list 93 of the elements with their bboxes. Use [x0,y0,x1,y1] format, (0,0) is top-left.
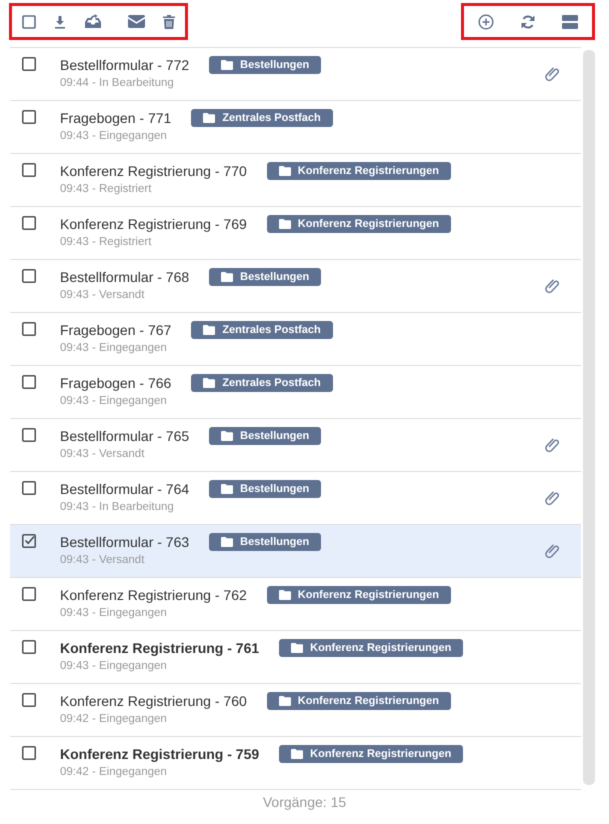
checkbox-icon[interactable] [22,14,36,28]
message-row[interactable]: Konferenz Registrierung - 760 Konferenz Registrierungen 09:42 - Eingegangen [10,684,581,737]
item-status: 09:43 - Eingegangen [60,342,168,354]
message-row[interactable]: Bestellformular - 765 Bestellungen 09:43 - Versandt [10,419,581,472]
item-title[interactable]: Fragebogen - 767 [60,322,172,338]
record-count: Vorgänge: 15 [262,794,348,810]
item-status: 09:43 - Registriert [60,183,152,195]
message-row[interactable]: Konferenz Registrierung - 770 Konferenz Registrierungen 09:43 - Registriert [10,154,581,207]
folder-icon [278,166,291,176]
message-row[interactable]: Konferenz Registrierung - 759 Konferenz Registrierungen 09:42 - Eingegangen [10,737,581,790]
scrollbar[interactable] [583,50,595,785]
folder-tag: Bestellungen [209,427,322,445]
folder-tag: Zentrales Postfach [191,109,333,127]
checkbox[interactable] [22,428,36,442]
message-row[interactable]: Konferenz Registrierung - 762 Konferenz Registrierungen 09:43 - Eingegangen [10,578,581,631]
folder-tag: Konferenz Registrierungen [266,586,451,604]
checkbox[interactable] [22,640,36,654]
folder-tag: Konferenz Registrierungen [266,162,451,180]
folder-tag: Konferenz Registrierungen [279,639,464,657]
item-status: 09:43 - Eingegangen [60,130,168,142]
checkbox[interactable] [22,163,36,177]
message-row[interactable]: Bestellformular - 768 Bestellungen 09:43 - Versandt [10,260,581,313]
folder-icon [221,537,234,547]
layout-rows-icon[interactable] [562,14,578,28]
checkbox[interactable] [22,481,36,495]
folder-icon [291,643,304,653]
item-title[interactable]: Konferenz Registrierung - 761 [60,640,260,656]
folder-tag: Zentrales Postfach [191,321,333,339]
item-status: 09:43 - Eingegangen [60,660,168,672]
folder-icon [221,484,234,494]
folder-tag: Bestellungen [209,480,322,498]
folder-tag: Bestellungen [209,56,322,74]
folder-tag: Zentrales Postfach [191,374,333,392]
folder-tag: Konferenz Registrierungen [266,692,451,710]
checkbox[interactable] [22,534,36,548]
folder-icon [221,272,234,282]
item-status: 09:43 - Versandt [60,554,146,566]
message-row[interactable]: Bestellformular - 763 Bestellungen 09:43 - Versandt [10,525,581,578]
item-status: 09:42 - Eingegangen [60,713,168,725]
inbox-arrow-icon[interactable] [84,14,102,29]
checkbox[interactable] [22,587,36,601]
item-status: 09:42 - Eingegangen [60,766,168,778]
checkbox[interactable] [22,746,36,760]
item-title[interactable]: Fragebogen - 766 [60,375,172,391]
item-title[interactable]: Konferenz Registrierung - 762 [60,587,247,603]
folder-icon [221,431,234,441]
checkbox[interactable] [22,322,36,336]
item-title[interactable]: Bestellformular - 765 [60,428,190,444]
checkbox[interactable] [22,693,36,707]
folder-icon [278,590,291,600]
folder-tag: Konferenz Registrierungen [279,745,464,763]
message-row[interactable]: Fragebogen - 771 Zentrales Postfach 09:43 - Eingegangen [10,101,581,154]
download-icon[interactable] [54,14,66,28]
item-title[interactable]: Konferenz Registrierung - 759 [60,746,260,762]
message-row[interactable]: Konferenz Registrierung - 769 Konferenz Registrierungen 09:43 - Registriert [10,207,581,260]
folder-icon [278,696,291,706]
item-title[interactable]: Bestellformular - 768 [60,269,190,285]
item-title[interactable]: Bestellformular - 764 [60,481,190,497]
item-title[interactable]: Konferenz Registrierung - 769 [60,216,247,232]
checkbox[interactable] [22,57,36,71]
folder-tag: Bestellungen [209,533,322,551]
folder-tag: Konferenz Registrierungen [266,215,451,233]
message-row[interactable]: Fragebogen - 767 Zentrales Postfach 09:43 - Eingegangen [10,313,581,366]
folder-icon [203,325,216,335]
message-row[interactable]: Fragebogen - 766 Zentrales Postfach 09:43 - Eingegangen [10,366,581,419]
trash-icon[interactable] [163,14,175,28]
item-title[interactable]: Bestellformular - 763 [60,534,190,550]
checkbox[interactable] [22,110,36,124]
add-circle-icon[interactable] [478,14,494,30]
folder-icon [203,378,216,388]
checkbox[interactable] [22,375,36,389]
message-row[interactable]: Bestellformular - 772 Bestellungen 09:44 - In Bearbeitung [10,48,581,101]
item-status: 09:43 - Versandt [60,448,146,460]
item-status: 09:43 - Registriert [60,236,152,248]
item-status: 09:43 - Eingegangen [60,607,168,619]
item-title[interactable]: Konferenz Registrierung - 760 [60,693,247,709]
item-status: 09:43 - In Bearbeitung [60,501,175,513]
folder-icon [221,60,234,70]
item-title[interactable]: Konferenz Registrierung - 770 [60,163,247,179]
refresh-icon[interactable] [520,14,536,30]
folder-tag: Bestellungen [209,268,322,286]
folder-icon [203,113,216,123]
item-status: 09:43 - Versandt [60,289,146,301]
item-status: 09:44 - In Bearbeitung [60,77,175,89]
message-row[interactable]: Konferenz Registrierung - 761 Konferenz Registrierungen 09:43 - Eingegangen [10,631,581,684]
folder-icon [291,749,304,759]
checkbox[interactable] [22,269,36,283]
folder-icon [278,219,291,229]
item-title[interactable]: Bestellformular - 772 [60,57,190,73]
item-status: 09:43 - Eingegangen [60,395,168,407]
checkbox[interactable] [22,216,36,230]
item-title[interactable]: Fragebogen - 771 [60,110,172,126]
envelope-icon[interactable] [128,15,145,28]
